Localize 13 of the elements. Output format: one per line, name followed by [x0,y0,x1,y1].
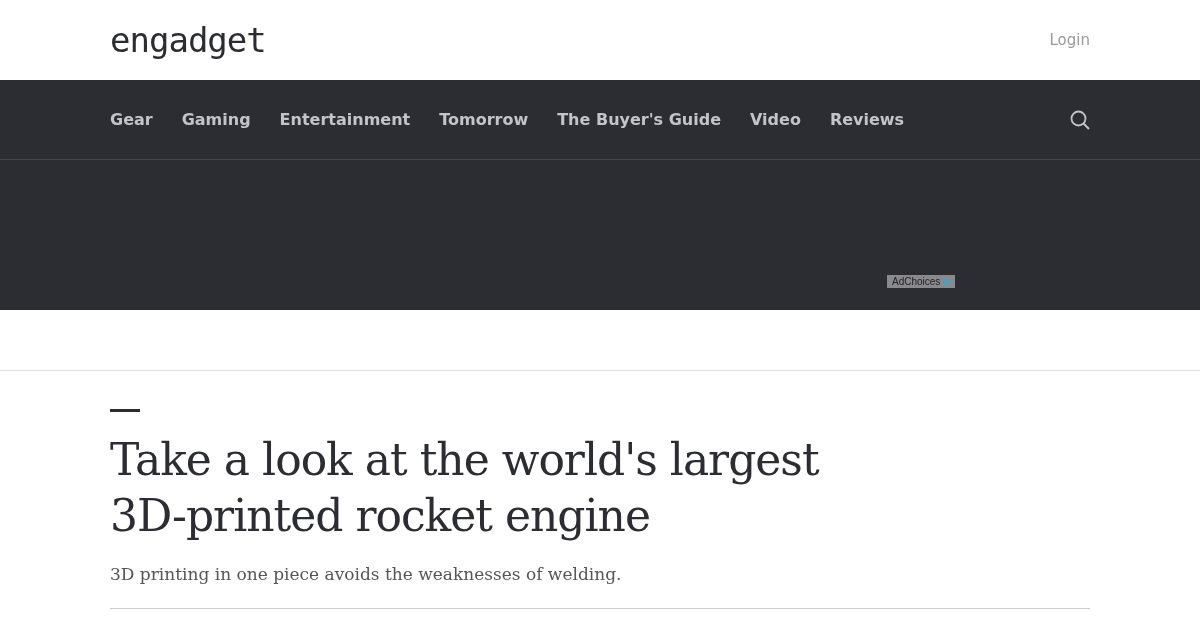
nav-link[interactable]: Tomorrow [439,110,529,129]
nav-link[interactable]: Video [750,110,801,129]
nav-link[interactable]: The Buyer's Guide [557,110,721,129]
article-title: Take a look at the world's largest 3D-printed rocket engine [110,433,820,543]
play-icon [943,277,952,286]
article-subtitle: 3D printing in one piece avoids the weaknesses of welding. [110,564,1090,609]
engadget-logo[interactable]: engadget [110,20,266,60]
nav-link[interactable]: Gaming [181,110,251,129]
nav-link[interactable]: Entertainment [279,110,411,129]
adchoices-link[interactable]: AdChoices [887,275,956,288]
search-icon[interactable] [1070,109,1090,130]
nav-link[interactable]: Gear [110,110,153,129]
nav-link[interactable]: Reviews [829,110,905,129]
